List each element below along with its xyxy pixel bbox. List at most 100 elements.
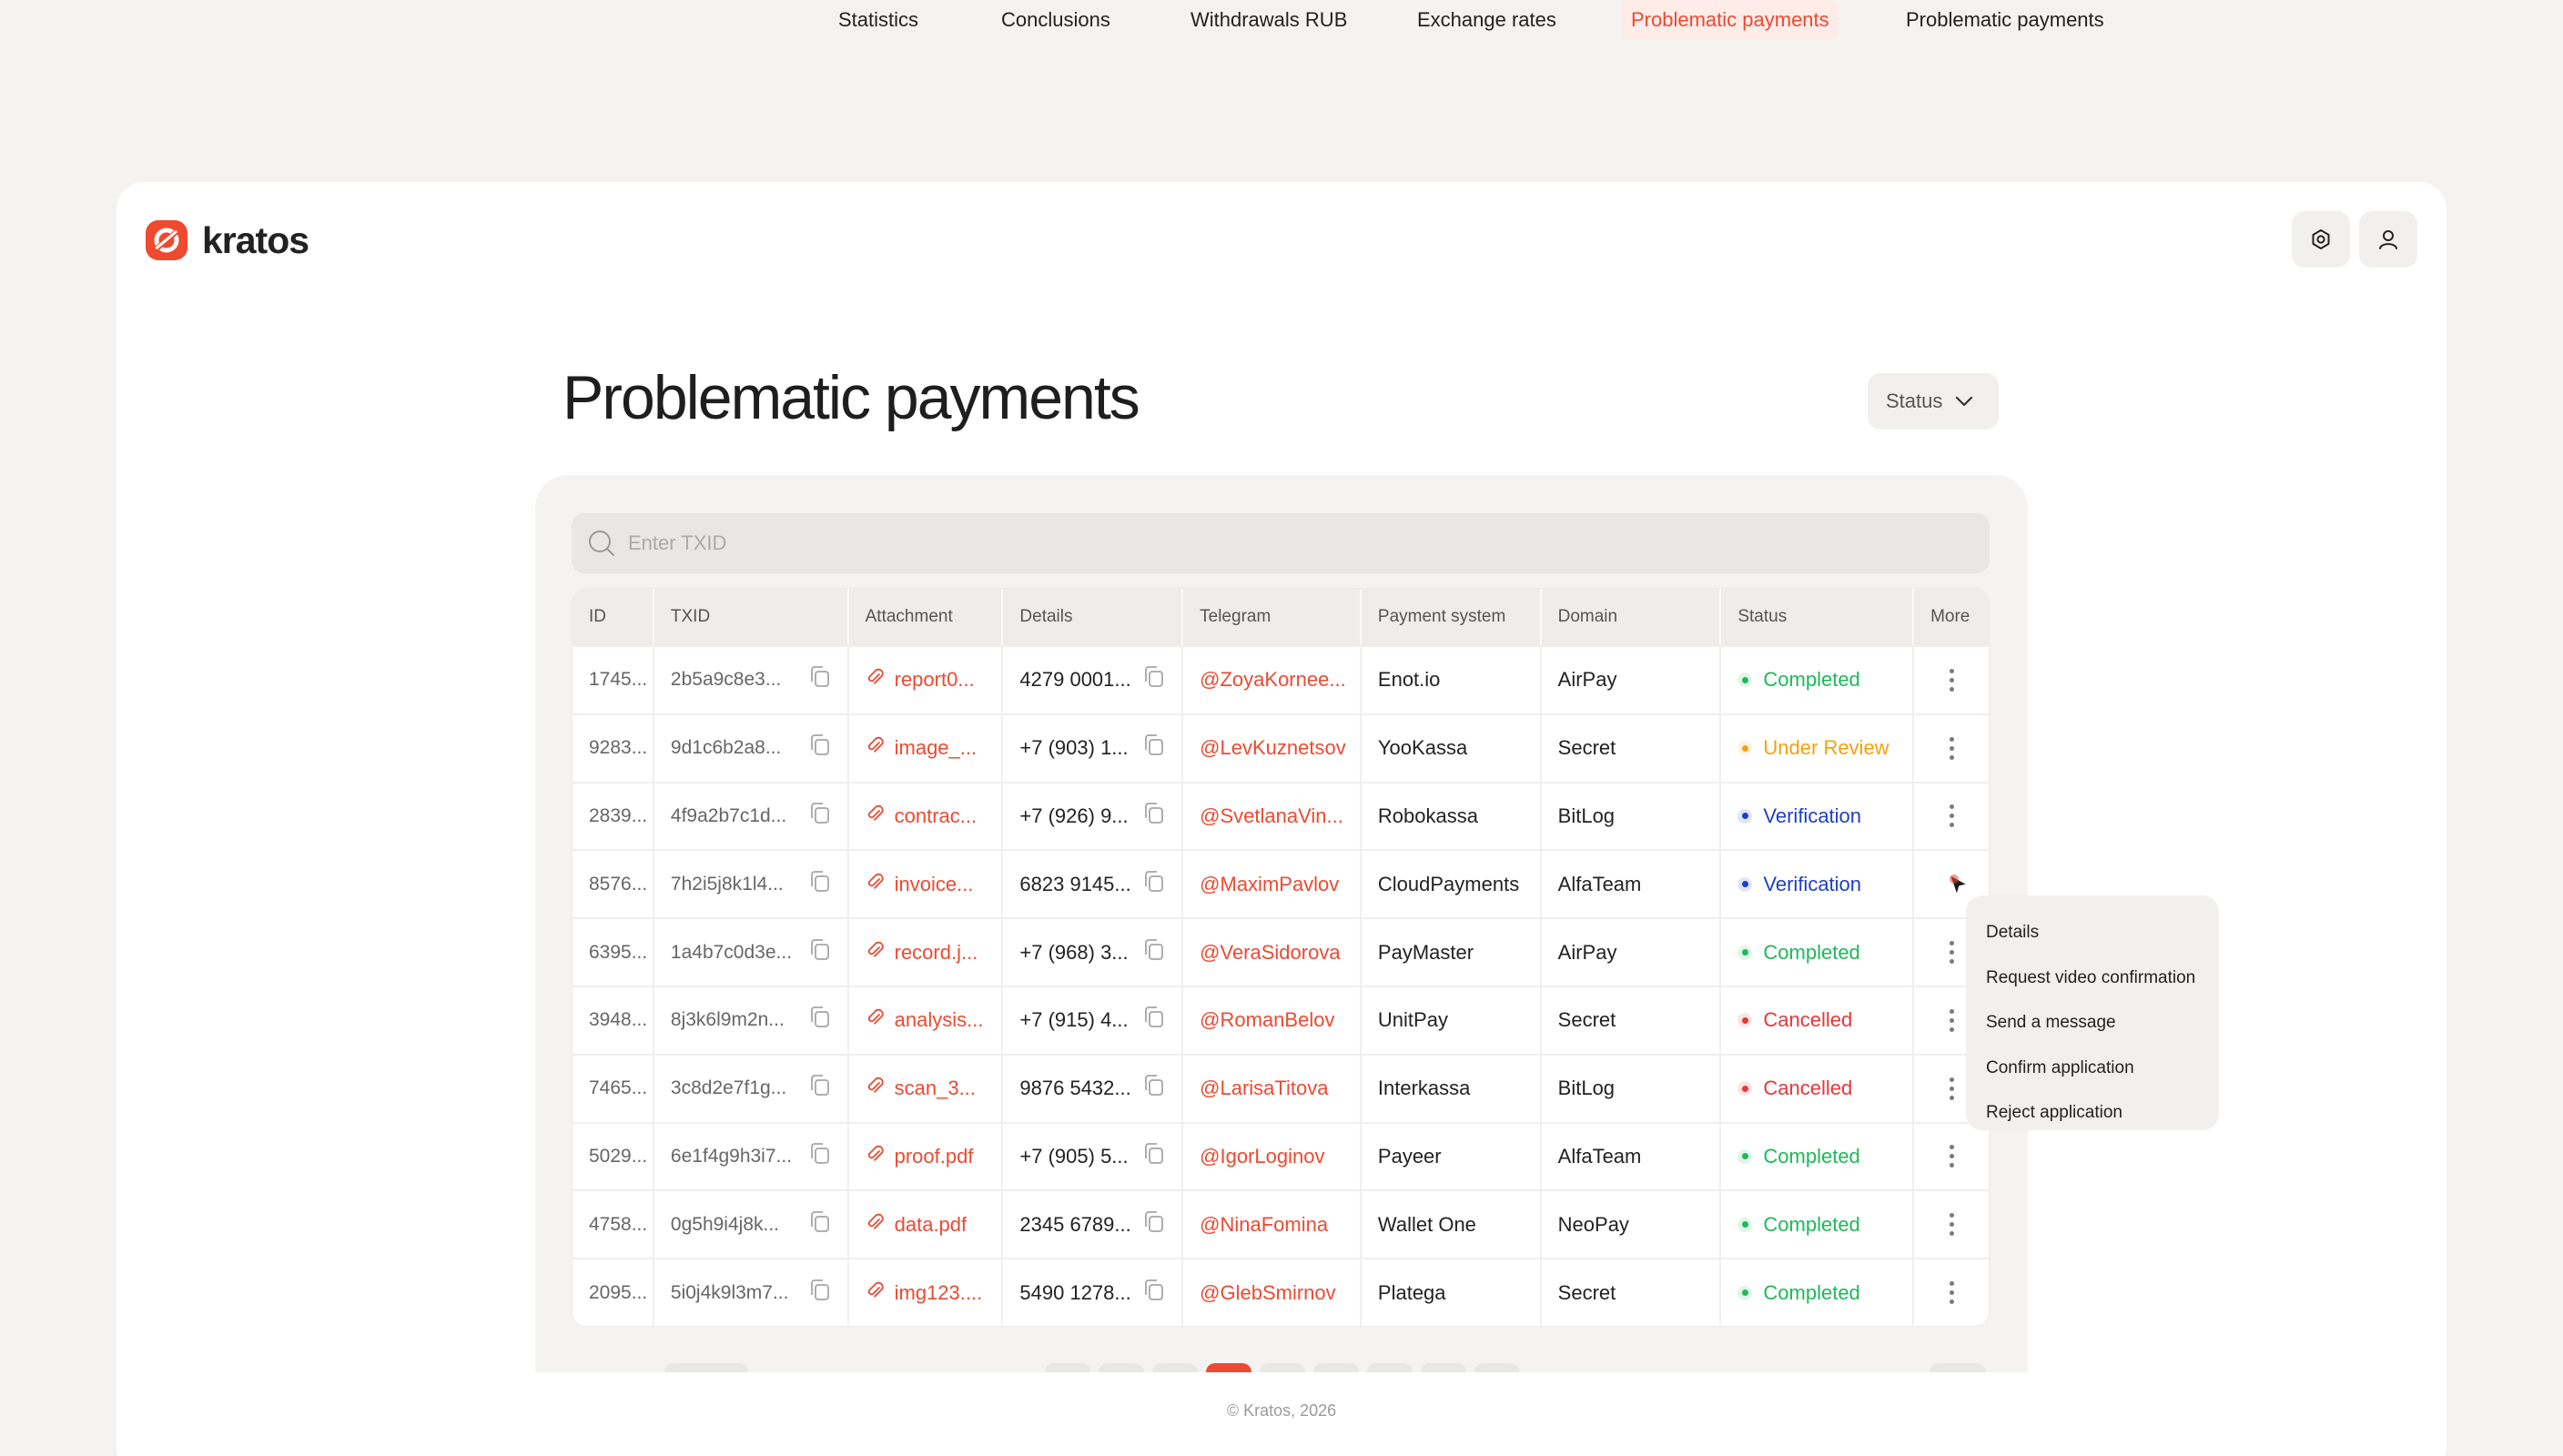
table-row[interactable]: 6395... 1a4b7c0d3e... record.j... +7 (968) … xyxy=(572,917,1989,986)
col-header-telegram[interactable]: Telegram xyxy=(1183,589,1362,645)
more-options-icon[interactable] xyxy=(1949,1145,1954,1168)
copy-icon[interactable] xyxy=(809,665,831,694)
telegram-link[interactable]: @GlebSmirnov xyxy=(1200,1281,1336,1305)
copy-icon[interactable] xyxy=(1143,1074,1165,1103)
page-button[interactable] xyxy=(1045,1363,1090,1372)
attachment-link[interactable]: invoice... xyxy=(866,872,973,897)
copy-icon[interactable] xyxy=(1143,1006,1165,1035)
status-filter-dropdown[interactable]: Status xyxy=(1868,373,1999,430)
attachment-link[interactable]: img123.... xyxy=(866,1280,982,1306)
telegram-link[interactable]: @VeraSidorova xyxy=(1200,941,1340,965)
page-button[interactable] xyxy=(1152,1363,1198,1372)
table-row[interactable]: 4758... 0g5h9i4j8k... data.pdf 2345 6789...… xyxy=(572,1189,1989,1259)
page-button[interactable] xyxy=(1099,1363,1144,1372)
col-header-domain[interactable]: Domain xyxy=(1542,589,1722,645)
table-row[interactable]: 2095... 5i0j4k9l3m7... img123.... 5490 1278… xyxy=(572,1258,1989,1326)
attachment-link[interactable]: report0... xyxy=(866,667,975,693)
attachment-link[interactable]: analysis... xyxy=(866,1007,983,1033)
more-options-icon[interactable] xyxy=(1949,1008,1954,1032)
copy-icon[interactable] xyxy=(1143,1142,1165,1171)
copy-icon[interactable] xyxy=(1143,938,1165,967)
page-button[interactable] xyxy=(1260,1363,1305,1372)
page-button[interactable] xyxy=(1421,1363,1466,1372)
copy-icon[interactable] xyxy=(809,870,831,899)
col-header-txid[interactable]: TXID xyxy=(654,589,849,645)
page-button[interactable] xyxy=(1367,1363,1413,1372)
copy-icon[interactable] xyxy=(809,1006,831,1035)
page-button[interactable] xyxy=(1313,1363,1359,1372)
page-button[interactable] xyxy=(1474,1363,1520,1372)
attachment-link[interactable]: image_... xyxy=(866,735,977,761)
prev-page-button[interactable] xyxy=(664,1363,748,1372)
nav-withdrawals-rub[interactable]: Withdrawals RUB xyxy=(1190,0,1347,40)
copy-icon[interactable] xyxy=(809,1142,831,1171)
nav-problematic-payments-active[interactable]: Problematic payments xyxy=(1622,0,1839,40)
copy-icon[interactable] xyxy=(809,802,831,831)
more-options-icon[interactable] xyxy=(1949,804,1954,828)
table-row[interactable]: 9283... 9d1c6b2a8... image_... +7 (903) 1..… xyxy=(572,713,1989,782)
col-header-payment-system[interactable]: Payment system xyxy=(1362,589,1542,645)
more-options-icon[interactable] xyxy=(1949,1213,1954,1237)
table-row[interactable]: 7465... 3c8d2e7f1g... scan_3... 9876 5432..… xyxy=(572,1053,1989,1122)
copy-icon[interactable] xyxy=(809,1074,831,1103)
more-options-icon[interactable] xyxy=(1949,941,1954,965)
table-row[interactable]: 3948... 8j3k6l9m2n... analysis... +7 (915) … xyxy=(572,985,1989,1054)
search-bar[interactable] xyxy=(572,513,1990,573)
col-header-attachment[interactable]: Attachment xyxy=(849,589,1004,645)
cell-status: Completed xyxy=(1721,1191,1915,1259)
telegram-link[interactable]: @MaximPavlov xyxy=(1200,873,1339,896)
telegram-link[interactable]: @IgorLoginov xyxy=(1200,1145,1324,1168)
nav-problematic-payments[interactable]: Problematic payments xyxy=(1906,0,2104,40)
menu-item-request-video-confirmation[interactable]: Request video confirmation xyxy=(1966,956,2219,1001)
copy-icon[interactable] xyxy=(809,1279,831,1308)
telegram-link[interactable]: @LarisaTitova xyxy=(1200,1077,1328,1100)
copy-icon[interactable] xyxy=(809,938,831,967)
page-button-current[interactable] xyxy=(1206,1363,1251,1372)
copy-icon[interactable] xyxy=(1143,665,1165,694)
menu-item-send-message[interactable]: Send a message xyxy=(1966,1000,2219,1046)
profile-button[interactable] xyxy=(2359,211,2417,268)
nav-exchange-rates[interactable]: Exchange rates xyxy=(1417,0,1556,40)
attachment-link[interactable]: contrac... xyxy=(866,804,977,829)
copy-icon[interactable] xyxy=(1143,802,1165,831)
telegram-link[interactable]: @ZoyaKornee... xyxy=(1200,668,1346,692)
next-page-button[interactable] xyxy=(1930,1363,1986,1372)
telegram-link[interactable]: @LevKuznetsov xyxy=(1200,736,1346,760)
telegram-link[interactable]: @SvetlanaVin... xyxy=(1200,804,1343,828)
menu-item-confirm-application[interactable]: Confirm application xyxy=(1966,1046,2219,1091)
menu-item-reject-application[interactable]: Reject application xyxy=(1966,1090,2219,1136)
attachment-link[interactable]: scan_3... xyxy=(866,1076,976,1101)
col-header-details[interactable]: Details xyxy=(1003,589,1184,645)
settings-button[interactable] xyxy=(2292,211,2350,268)
table-row[interactable]: 8576... 7h2i5j8k1l4... invoice... 6823 9145… xyxy=(572,849,1989,918)
attachment-link[interactable]: data.pdf xyxy=(866,1212,967,1238)
menu-item-details[interactable]: Details xyxy=(1966,910,2219,956)
col-header-status[interactable]: Status xyxy=(1721,589,1915,645)
nav-conclusions[interactable]: Conclusions xyxy=(1001,0,1110,40)
txid-search-input[interactable] xyxy=(628,531,1902,555)
telegram-link[interactable]: @NinaFomina xyxy=(1200,1213,1328,1237)
more-options-icon[interactable] xyxy=(1949,736,1954,760)
copy-icon[interactable] xyxy=(1143,733,1165,763)
id-text: 6395... xyxy=(589,941,648,963)
more-options-icon[interactable] xyxy=(1949,1077,1954,1100)
copy-icon[interactable] xyxy=(1143,1210,1165,1239)
nav-statistics[interactable]: Statistics xyxy=(838,0,918,40)
copy-icon[interactable] xyxy=(809,733,831,763)
table-row[interactable]: 5029... 6e1f4g9h3i7... proof.pdf +7 (905) 5… xyxy=(572,1121,1989,1190)
cell-telegram: @RomanBelov xyxy=(1183,986,1362,1054)
status-filter-label: Status xyxy=(1886,389,1943,412)
copy-icon[interactable] xyxy=(1143,1279,1165,1308)
more-options-icon[interactable] xyxy=(1949,1281,1954,1305)
copy-icon[interactable] xyxy=(1143,870,1165,899)
attachment-link[interactable]: record.j... xyxy=(866,940,978,966)
cell-status: Completed xyxy=(1721,1259,1915,1326)
table-row[interactable]: 2839... 4f9a2b7c1d... contrac... +7 (926) 9… xyxy=(572,781,1989,850)
logo[interactable]: kratos xyxy=(144,218,309,262)
telegram-link[interactable]: @RomanBelov xyxy=(1200,1008,1334,1032)
more-options-icon[interactable] xyxy=(1949,668,1954,692)
attachment-link[interactable]: proof.pdf xyxy=(866,1144,973,1169)
table-row[interactable]: 1745... 2b5a9c8e3... report0... 4279 0001..… xyxy=(572,645,1989,713)
copy-icon[interactable] xyxy=(809,1210,831,1239)
col-header-id[interactable]: ID xyxy=(572,589,654,645)
